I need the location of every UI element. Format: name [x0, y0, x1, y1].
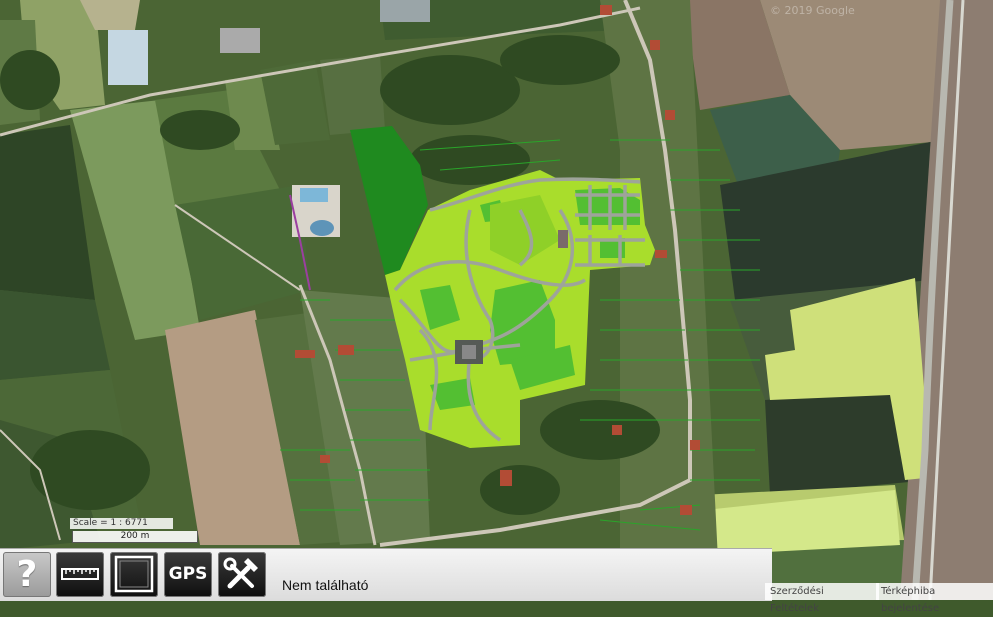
bottom-toolbar: ? GPS — [0, 548, 772, 601]
gps-label: GPS — [168, 564, 208, 584]
report-map-error-link[interactable]: Térképhiba bejelentése — [876, 583, 993, 614]
scale-ratio: Scale = 1 : 6771 — [70, 518, 173, 529]
terms-link[interactable]: Szerződési Feltételek — [765, 583, 879, 614]
ruler-icon — [61, 568, 99, 580]
scale-indicator: Scale = 1 : 6771 200 m — [68, 518, 198, 546]
layers-button[interactable] — [110, 552, 158, 597]
question-mark-icon: ? — [16, 554, 38, 595]
scale-bar: 200 m — [72, 531, 198, 543]
sports-facility — [292, 185, 340, 237]
help-button[interactable]: ? — [3, 552, 51, 597]
tools-button[interactable] — [218, 552, 266, 597]
gps-button[interactable]: GPS — [164, 552, 212, 597]
map-watermark: © 2019 Google — [770, 4, 855, 17]
search-status: Nem található — [282, 577, 369, 593]
measure-button[interactable] — [56, 552, 104, 597]
frame-icon — [114, 555, 154, 593]
satellite-map[interactable]: © 2019 Google — [0, 0, 993, 600]
hammer-wrench-icon — [223, 557, 258, 589]
